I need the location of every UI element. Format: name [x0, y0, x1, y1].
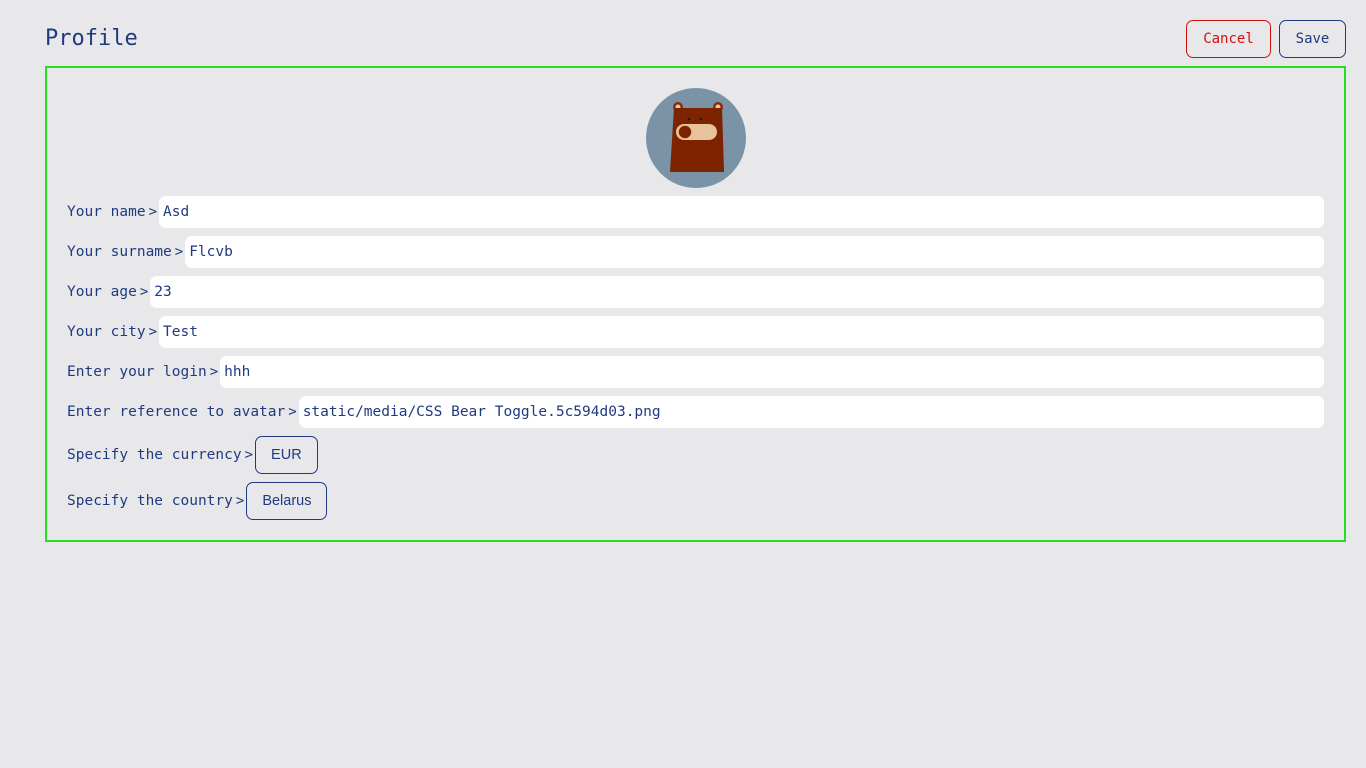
bear-toggle-avatar-icon — [669, 102, 724, 172]
chevron-right-icon: > — [244, 447, 254, 463]
chevron-right-icon: > — [148, 204, 158, 220]
city-row: Your city > — [67, 316, 1324, 348]
city-input[interactable] — [159, 316, 1324, 348]
avatar-ref-input[interactable] — [298, 396, 1324, 428]
surname-label: Your surname — [67, 244, 172, 260]
profile-form: Your name > Your surname > Your age > Yo… — [45, 66, 1346, 542]
surname-input[interactable] — [185, 236, 1324, 268]
avatar-ref-row: Enter reference to avatar > — [67, 396, 1324, 428]
country-row: Specify the country > Belarus — [67, 482, 1324, 520]
surname-row: Your surname > — [67, 236, 1324, 268]
currency-row: Specify the currency > EUR — [67, 436, 1324, 474]
city-label: Your city — [67, 324, 146, 340]
chevron-right-icon: > — [288, 404, 297, 420]
name-label: Your name — [67, 204, 146, 220]
page-title: Profile — [45, 26, 138, 51]
avatar — [645, 88, 746, 188]
login-row: Enter your login > — [67, 356, 1324, 388]
country-select[interactable]: Belarus — [246, 482, 328, 520]
currency-select[interactable]: EUR — [255, 436, 318, 474]
header-actions: Cancel Save — [1186, 20, 1346, 58]
age-row: Your age > — [67, 276, 1324, 308]
age-label: Your age — [67, 284, 137, 300]
avatar-ref-label: Enter reference to avatar — [67, 404, 286, 420]
age-input[interactable] — [150, 276, 1324, 308]
chevron-right-icon: > — [235, 493, 245, 509]
country-label: Specify the country — [67, 493, 233, 509]
currency-label: Specify the currency — [67, 447, 242, 463]
name-row: Your name > — [67, 196, 1324, 228]
login-label: Enter your login — [67, 364, 207, 380]
name-input[interactable] — [159, 196, 1324, 228]
chevron-right-icon: > — [209, 364, 219, 380]
login-input[interactable] — [220, 356, 1324, 388]
chevron-right-icon: > — [148, 324, 158, 340]
chevron-right-icon: > — [174, 244, 184, 260]
save-button[interactable]: Save — [1279, 20, 1346, 58]
chevron-right-icon: > — [139, 284, 149, 300]
cancel-button[interactable]: Cancel — [1186, 20, 1271, 58]
